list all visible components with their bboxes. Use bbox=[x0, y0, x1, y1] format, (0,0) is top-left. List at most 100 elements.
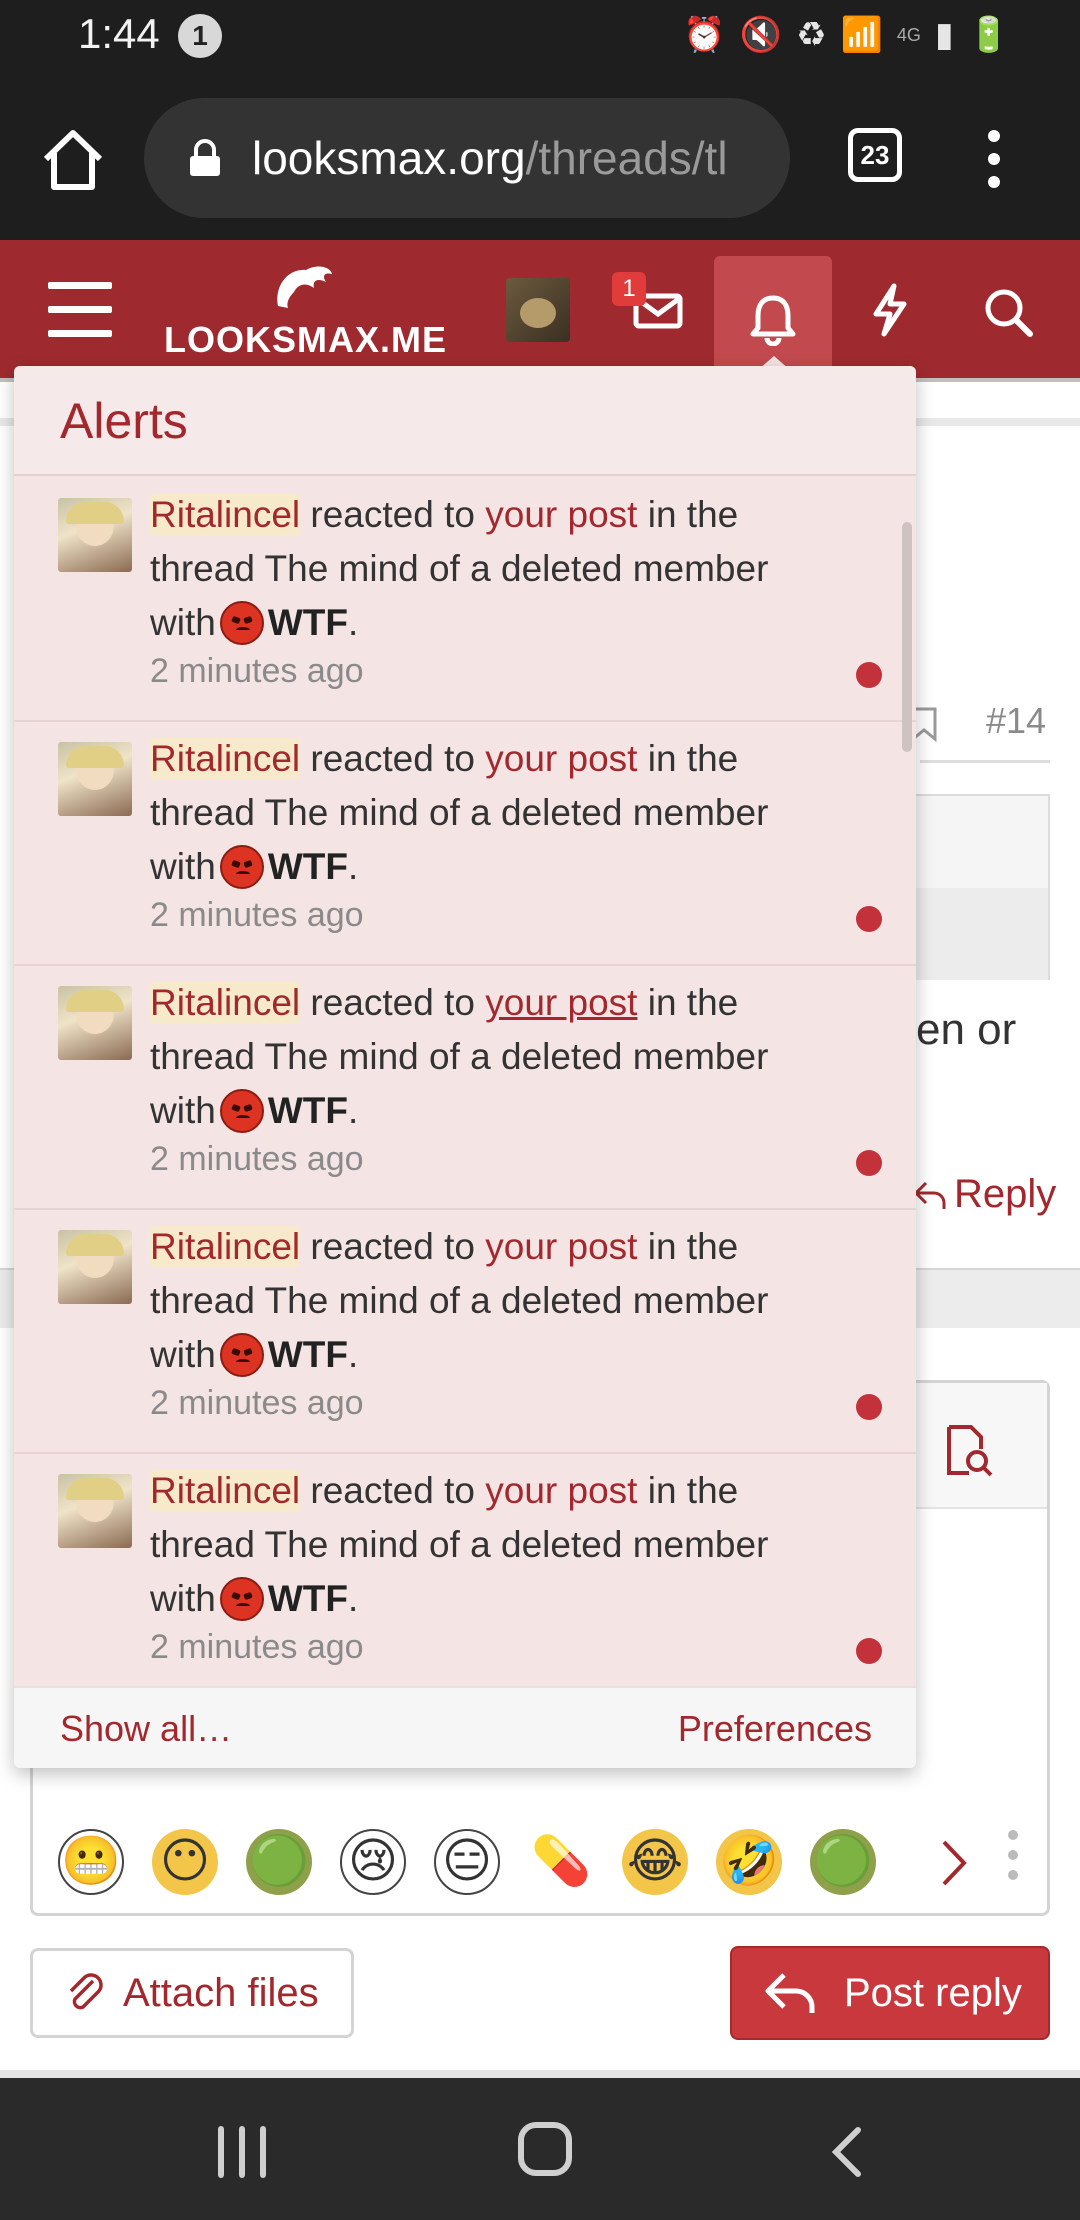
alert-username[interactable]: Ritalincel bbox=[150, 738, 301, 779]
alert-avatar[interactable] bbox=[58, 498, 132, 572]
alarm-icon: ⏰ bbox=[683, 16, 726, 54]
emoji-item[interactable]: 🤣 bbox=[716, 1829, 782, 1895]
status-time: 1:44 bbox=[78, 10, 160, 57]
unread-dot[interactable] bbox=[856, 1150, 882, 1176]
angry-face-icon bbox=[219, 1333, 264, 1377]
search-button[interactable] bbox=[980, 284, 1036, 340]
angry-face-icon bbox=[219, 1089, 264, 1133]
alert-item[interactable]: Ritalincel reacted to your post in the t… bbox=[14, 478, 916, 722]
emoji-item[interactable]: 😬 bbox=[58, 1829, 124, 1895]
nav-menu-button[interactable] bbox=[48, 282, 112, 338]
attach-files-label: Attach files bbox=[123, 1970, 319, 2015]
reply-link[interactable]: Reply bbox=[912, 1172, 1056, 1217]
angry-face-icon bbox=[219, 845, 264, 889]
kebab-dot bbox=[988, 153, 1000, 165]
post-reply-button[interactable]: Post reply bbox=[730, 1946, 1050, 2040]
unread-dot[interactable] bbox=[856, 1394, 882, 1420]
alert-avatar[interactable] bbox=[58, 742, 132, 816]
alert-text: Ritalincel reacted to your post in the t… bbox=[150, 982, 769, 1133]
unread-dot[interactable] bbox=[856, 906, 882, 932]
alerts-list: Ritalincel reacted to your post in the t… bbox=[14, 478, 916, 1688]
emoji-item[interactable]: 😑 bbox=[434, 1829, 500, 1895]
tab-switcher-button[interactable]: 23 bbox=[848, 128, 902, 182]
preview-icon[interactable] bbox=[939, 1423, 995, 1479]
alert-time: 2 minutes ago bbox=[150, 1384, 364, 1422]
network-type: 4G bbox=[896, 25, 921, 45]
browser-toolbar: looksmax.org/threads/tl 23 bbox=[0, 70, 1080, 240]
alert-time: 2 minutes ago bbox=[150, 896, 364, 934]
inbox-badge: 1 bbox=[612, 272, 646, 306]
kebab-dot bbox=[988, 176, 1000, 188]
system-home-button[interactable] bbox=[518, 2122, 572, 2176]
alerts-popup: Alerts Ritalincel reacted to your post i… bbox=[14, 366, 916, 1768]
attach-files-button[interactable]: Attach files bbox=[30, 1948, 354, 2038]
emoji-item[interactable]: 😢 bbox=[340, 1829, 406, 1895]
alert-username[interactable]: Ritalincel bbox=[150, 982, 301, 1023]
reaction-name: WTF bbox=[267, 846, 348, 887]
alert-action: reacted to bbox=[310, 1470, 475, 1511]
unread-dot[interactable] bbox=[856, 1638, 882, 1664]
alerts-title: Alerts bbox=[60, 393, 188, 449]
emoji-item[interactable]: 😶 bbox=[152, 1829, 218, 1895]
emoji-item[interactable]: 🟢 bbox=[246, 1829, 312, 1895]
alert-username[interactable]: Ritalincel bbox=[150, 494, 301, 535]
browser-menu-button[interactable] bbox=[982, 130, 1006, 190]
chevron-right-icon[interactable] bbox=[934, 1838, 974, 1888]
unread-dot[interactable] bbox=[856, 662, 882, 688]
preferences-link[interactable]: Preferences bbox=[678, 1708, 872, 1750]
bell-icon bbox=[750, 295, 796, 346]
home-button[interactable] bbox=[38, 125, 108, 195]
mouth bbox=[235, 871, 250, 877]
alert-time: 2 minutes ago bbox=[150, 1140, 364, 1178]
reaction-name: WTF bbox=[267, 1090, 348, 1131]
emoji-item[interactable]: 💊 bbox=[528, 1829, 594, 1895]
alert-text: Ritalincel reacted to your post in the t… bbox=[150, 494, 769, 645]
reply-label: Reply bbox=[954, 1172, 1057, 1216]
alert-item[interactable]: Ritalincel reacted to your post in the t… bbox=[14, 966, 916, 1210]
site-logo[interactable]: LOOKSMAX.ME bbox=[164, 258, 446, 378]
alert-post-link[interactable]: your post bbox=[485, 982, 637, 1023]
url-host: looksmax.org bbox=[252, 132, 526, 184]
hamburger-bar bbox=[48, 282, 112, 289]
whats-new-button[interactable] bbox=[862, 282, 918, 338]
bolt-icon bbox=[873, 283, 907, 337]
alert-username[interactable]: Ritalincel bbox=[150, 1226, 301, 1267]
emoji-more-button[interactable] bbox=[1008, 1830, 1020, 1890]
post-number[interactable]: #14 bbox=[986, 700, 1046, 742]
user-avatar[interactable] bbox=[506, 278, 570, 342]
hamburger-bar bbox=[48, 306, 112, 313]
alert-item[interactable]: Ritalincel reacted to your post in the t… bbox=[14, 1454, 916, 1688]
angry-face-icon bbox=[219, 601, 264, 645]
signal-icon: ▮ bbox=[934, 16, 954, 54]
alert-username[interactable]: Ritalincel bbox=[150, 1470, 301, 1511]
alert-text: Ritalincel reacted to your post in the t… bbox=[150, 738, 769, 889]
post-reply-label: Post reply bbox=[844, 1970, 1022, 2015]
reaction-name: WTF bbox=[267, 1334, 348, 1375]
alert-avatar[interactable] bbox=[58, 986, 132, 1060]
recents-button[interactable] bbox=[218, 2126, 266, 2178]
url-bar[interactable]: looksmax.org/threads/tl bbox=[144, 98, 790, 218]
home-icon bbox=[43, 130, 103, 190]
mouth bbox=[235, 1359, 250, 1365]
show-all-link[interactable]: Show all… bbox=[60, 1708, 232, 1750]
site-header: LOOKSMAX.ME 1 bbox=[0, 240, 1080, 382]
post-divider bbox=[920, 760, 1050, 763]
post-body-fragment: en or bbox=[916, 1005, 1017, 1054]
status-bar: 1:44 1 ⏰ 🔇 ♻ 📶 4G ▮ 🔋 bbox=[0, 0, 1080, 70]
alerts-scrollbar[interactable] bbox=[902, 522, 912, 752]
alert-post-link[interactable]: your post bbox=[485, 494, 637, 535]
alert-post-link[interactable]: your post bbox=[485, 1470, 637, 1511]
alert-item[interactable]: Ritalincel reacted to your post in the t… bbox=[14, 1210, 916, 1454]
reply-icon bbox=[913, 1181, 946, 1209]
alert-avatar[interactable] bbox=[58, 1230, 132, 1304]
back-icon[interactable] bbox=[826, 2124, 866, 2180]
alert-item[interactable]: Ritalincel reacted to your post in the t… bbox=[14, 722, 916, 966]
emoji-item[interactable]: 🟢 bbox=[810, 1829, 876, 1895]
system-nav-bar bbox=[0, 2078, 1080, 2220]
alert-post-link[interactable]: your post bbox=[485, 738, 637, 779]
mute-icon: 🔇 bbox=[739, 16, 783, 54]
logo-hair-icon bbox=[277, 266, 332, 308]
emoji-item[interactable]: 😂 bbox=[622, 1829, 688, 1895]
alert-avatar[interactable] bbox=[58, 1474, 132, 1548]
alert-post-link[interactable]: your post bbox=[485, 1226, 637, 1267]
